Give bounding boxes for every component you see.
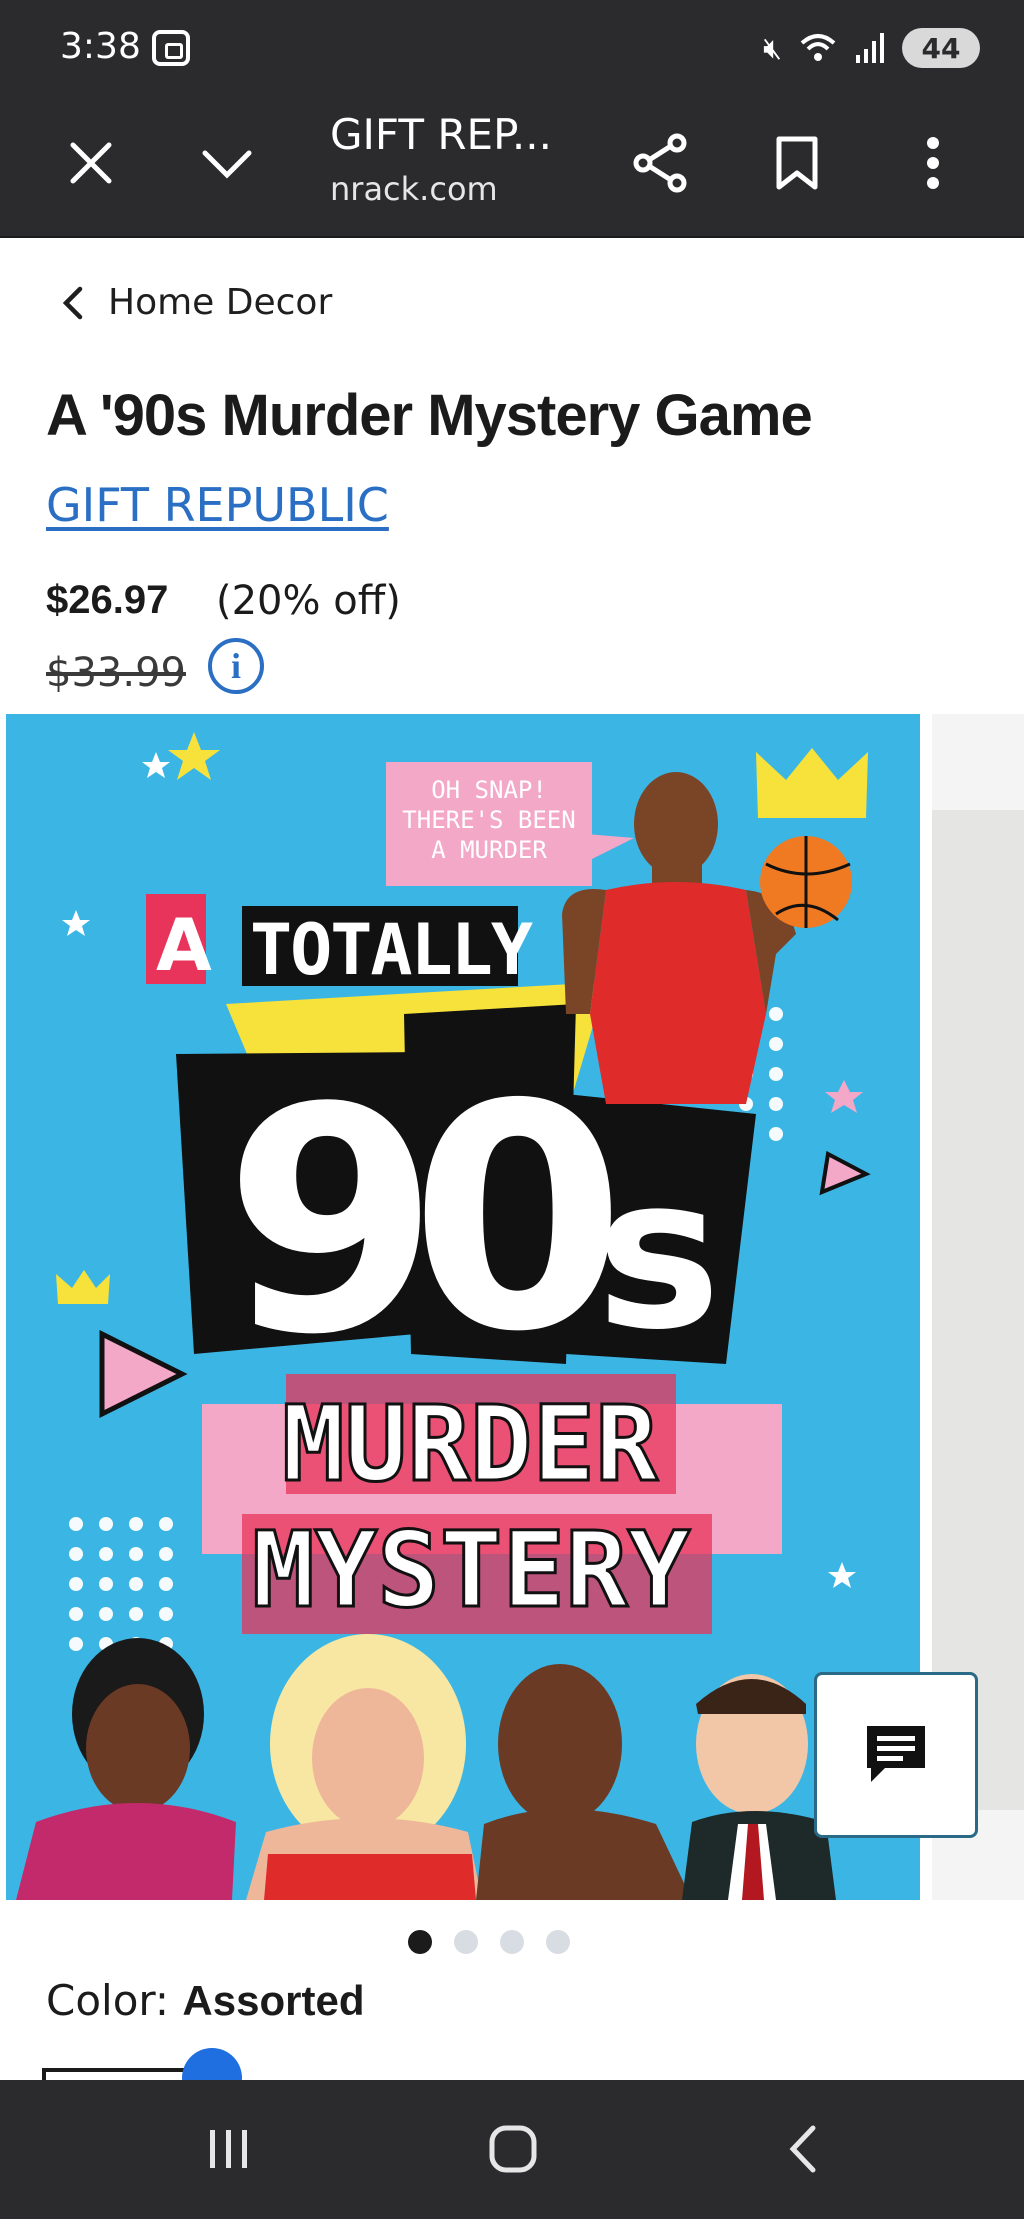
carousel-dot[interactable] [454, 1930, 478, 1954]
breadcrumb[interactable]: Home Decor [60, 282, 332, 323]
speech-line-3: A MURDER [431, 836, 547, 864]
wifi-icon [800, 34, 836, 61]
speech-line-2: THERE'S BEEN [402, 806, 575, 834]
screen: 3:38 🔇︎ 44 GIFT REP... nrack.com Home De… [0, 0, 1024, 2219]
chevron-down-icon [202, 150, 252, 179]
svg-text:TOTALLY: TOTALLY [250, 909, 533, 991]
status-icons: 🔇︎ 44 [763, 28, 980, 68]
page-title[interactable]: GIFT REP... [330, 110, 552, 159]
system-nav-bar [0, 2080, 1024, 2219]
sale-price: $26.97 [46, 578, 169, 622]
more-vert-icon [927, 137, 939, 189]
battery-indicator: 44 [902, 28, 980, 68]
carousel-dot[interactable] [546, 1930, 570, 1954]
mute-icon: 🔇︎ [763, 30, 782, 66]
product-title: A '90s Murder Mystery Game [46, 383, 813, 448]
carousel-dot[interactable] [408, 1930, 432, 1954]
chat-icon [867, 1726, 925, 1782]
svg-text:MURDER: MURDER [282, 1383, 658, 1505]
status-bar: 3:38 🔇︎ 44 [0, 0, 1024, 100]
svg-text:A: A [156, 903, 212, 987]
home-button[interactable] [478, 2114, 548, 2184]
carousel-dot[interactable] [500, 1930, 524, 1954]
recent-apps-button[interactable] [194, 2114, 264, 2184]
original-price: $33.99 [46, 650, 186, 696]
box-art: 9 0 s A TOTALLY MURDER MYSTERY OH SNAP! … [6, 714, 920, 1900]
signal-icon [856, 33, 884, 63]
share-icon [633, 133, 687, 193]
close-button[interactable] [56, 128, 126, 198]
svg-text:MYSTERY: MYSTERY [252, 1509, 691, 1631]
next-image-photo [932, 810, 1024, 1810]
chevron-left-icon [62, 286, 83, 319]
share-button[interactable] [626, 128, 696, 198]
svg-text:9: 9 [224, 1042, 440, 1403]
svg-text:0: 0 [410, 1039, 626, 1400]
info-icon[interactable]: i [208, 638, 264, 694]
collapse-button[interactable] [192, 128, 262, 198]
color-value: Assorted [182, 1977, 365, 2024]
more-options-button[interactable] [898, 128, 968, 198]
bookmark-icon [776, 136, 818, 190]
recent-apps-icon [210, 2130, 247, 2168]
discount-label: (20% off) [216, 578, 401, 624]
close-icon [70, 142, 112, 184]
brand-link[interactable]: GIFT REPUBLIC [46, 478, 389, 532]
browser-toolbar: GIFT REP... nrack.com [0, 100, 1024, 238]
back-icon [789, 2125, 816, 2173]
speech-line-1: OH SNAP! [431, 776, 547, 804]
home-icon [489, 2125, 537, 2173]
breadcrumb-label[interactable]: Home Decor [108, 282, 332, 323]
screenshot-icon [152, 30, 190, 66]
page-url[interactable]: nrack.com [330, 170, 498, 208]
color-label-text: Color: [46, 1976, 183, 2025]
chat-button[interactable] [814, 1672, 978, 1838]
carousel-dots [408, 1930, 570, 1954]
svg-text:s: s [596, 1131, 721, 1376]
product-image[interactable]: 9 0 s A TOTALLY MURDER MYSTERY OH SNAP! … [6, 714, 920, 1900]
status-time: 3:38 [60, 26, 141, 67]
bookmark-button[interactable] [762, 128, 832, 198]
color-label: Color: Assorted [46, 1976, 364, 2025]
back-button[interactable] [768, 2114, 838, 2184]
